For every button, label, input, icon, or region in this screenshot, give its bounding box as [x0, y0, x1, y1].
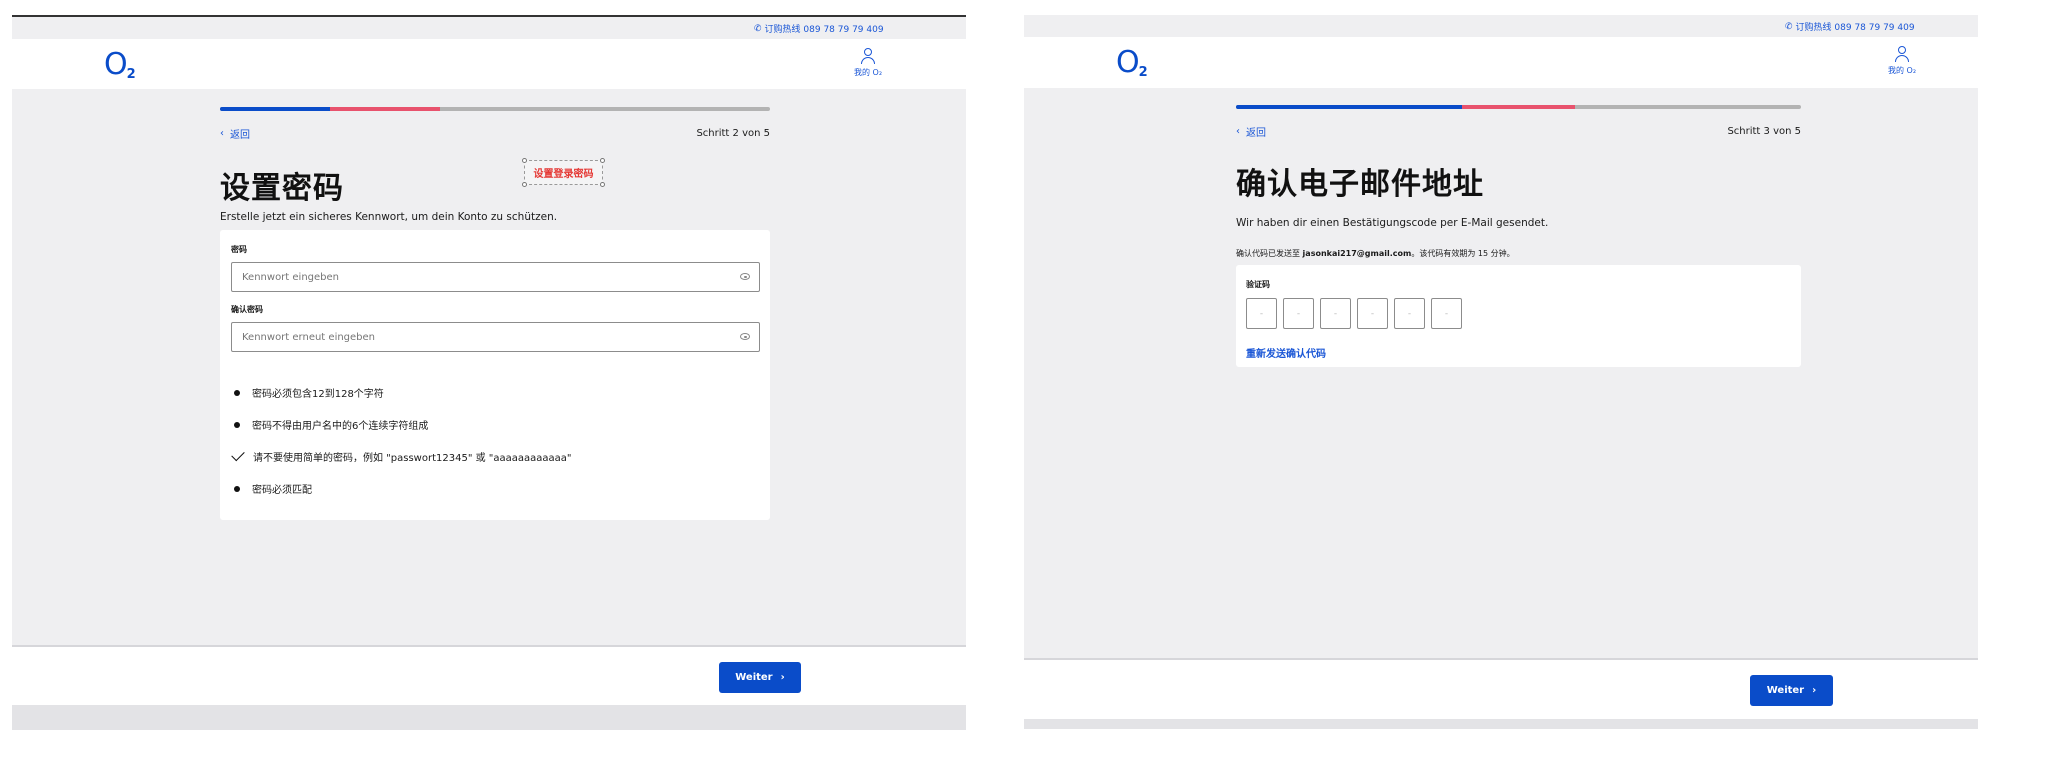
code-card: 验证码 - - - - - - 重新发送确认代码 — [1236, 265, 1801, 367]
hotline-text: 订购热线 089 78 79 79 409 — [764, 25, 884, 35]
phone-icon: ✆ — [754, 23, 762, 34]
page-title: 设置密码 — [220, 171, 344, 206]
my-o2-link[interactable]: 我的 O₂ — [854, 47, 882, 78]
rule-item: 请不要使用简单的密码，例如 "passwort12345" 或 "aaaaaaa… — [231, 447, 572, 464]
lead-text: Erstelle jetzt ein sicheres Kennwort, um… — [220, 211, 558, 223]
password-input[interactable]: Kennwort eingeben — [231, 262, 760, 292]
bullet-icon — [234, 485, 240, 492]
back-label: 返回 — [230, 130, 250, 141]
phone-icon: ✆ — [1785, 21, 1793, 32]
bottom-strip — [12, 705, 966, 730]
check-icon — [231, 447, 245, 462]
back-link[interactable]: ‹ 返回 — [220, 126, 250, 141]
bottom-strip — [1024, 719, 1978, 729]
main-content: ‹ 返回 Schritt 2 von 5 — [220, 107, 770, 141]
confirm-password-label: 确认密码 — [231, 305, 263, 314]
code-digit-input[interactable]: - — [1394, 298, 1425, 329]
next-button[interactable]: Weiter › — [719, 662, 801, 693]
resend-code-link[interactable]: 重新发送确认代码 — [1246, 345, 1326, 360]
progress-current — [330, 107, 440, 111]
site-header: O2 我的 O₂ — [12, 39, 966, 89]
confirm-password-input[interactable]: Kennwort erneut eingeben — [231, 322, 760, 352]
next-button[interactable]: Weiter › — [1750, 675, 1833, 706]
code-sent-note: 确认代码已发送至 jasonkai217@gmail.com。该代码有效期为 1… — [1236, 249, 1515, 258]
my-o2-label: 我的 O₂ — [1888, 66, 1917, 75]
bullet-icon — [234, 421, 240, 428]
hotline-text: 订购热线 089 78 79 79 409 — [1795, 23, 1915, 33]
nav-row: ‹ 返回 Schritt 3 von 5 — [1236, 124, 1801, 139]
o2-logo[interactable]: O2 — [1116, 45, 1148, 80]
progress-done — [1236, 105, 1462, 109]
code-digit-input[interactable]: - — [1283, 298, 1314, 329]
code-label: 验证码 — [1246, 280, 1270, 289]
code-digit-input[interactable]: - — [1320, 298, 1351, 329]
rule-item: 密码不得由用户名中的6个连续字符组成 — [234, 417, 428, 432]
my-o2-label: 我的 O₂ — [854, 68, 883, 77]
hotline[interactable]: ✆ 订购热线 089 78 79 79 409 — [754, 22, 884, 36]
lead-text: Wir haben dir einen Bestätigungscode per… — [1236, 217, 1549, 229]
text-annotation[interactable]: 设置登录密码 — [522, 158, 605, 187]
progress-bar — [1236, 105, 1801, 109]
top-bar: ✆ 订购热线 089 78 79 79 409 — [12, 17, 966, 39]
hotline[interactable]: ✆ 订购热线 089 78 79 79 409 — [1785, 20, 1915, 34]
chevron-right-icon: › — [780, 672, 785, 683]
footer-bar: Weiter › — [12, 645, 966, 707]
progress-bar — [220, 107, 770, 111]
email-address: jasonkai217@gmail.com — [1302, 249, 1412, 258]
rule-item: 密码必须包含12到128个字符 — [234, 385, 384, 400]
eye-icon[interactable] — [740, 273, 750, 280]
password-card: 密码 Kennwort eingeben 确认密码 Kennwort erneu… — [220, 230, 770, 520]
footer-bar: Weiter › — [1024, 658, 1978, 719]
email-confirm-screen: ✆ 订购热线 089 78 79 79 409 O2 我的 O₂ ‹ 返回 Sc… — [1024, 15, 1978, 729]
rule-item: 密码必须匹配 — [234, 481, 312, 496]
code-digit-input[interactable]: - — [1431, 298, 1462, 329]
chevron-left-icon: ‹ — [220, 128, 224, 139]
code-digit-input[interactable]: - — [1246, 298, 1277, 329]
chevron-right-icon: › — [1812, 685, 1817, 696]
password-screen: ✆ 订购热线 089 78 79 79 409 O2 我的 O₂ ‹ 返回 Sc… — [12, 15, 966, 730]
back-label: 返回 — [1246, 128, 1266, 139]
bullet-icon — [234, 389, 240, 396]
password-label: 密码 — [231, 245, 247, 254]
page-title: 确认电子邮件地址 — [1236, 167, 1484, 202]
step-indicator: Schritt 3 von 5 — [1727, 126, 1801, 137]
site-header: O2 我的 O₂ — [1024, 37, 1978, 88]
top-bar: ✆ 订购热线 089 78 79 79 409 — [1024, 15, 1978, 37]
code-digit-input[interactable]: - — [1357, 298, 1388, 329]
user-icon — [1894, 45, 1910, 63]
back-link[interactable]: ‹ 返回 — [1236, 124, 1266, 139]
progress-current — [1462, 105, 1575, 109]
my-o2-link[interactable]: 我的 O₂ — [1888, 45, 1916, 76]
main-content: ‹ 返回 Schritt 3 von 5 — [1236, 105, 1801, 139]
o2-logo[interactable]: O2 — [104, 47, 136, 82]
nav-row: ‹ 返回 Schritt 2 von 5 — [220, 126, 770, 141]
chevron-left-icon: ‹ — [1236, 126, 1240, 137]
user-icon — [860, 47, 876, 65]
annotation-text: 设置登录密码 — [533, 169, 594, 180]
step-indicator: Schritt 2 von 5 — [696, 128, 770, 139]
eye-icon[interactable] — [740, 333, 750, 340]
progress-done — [220, 107, 330, 111]
